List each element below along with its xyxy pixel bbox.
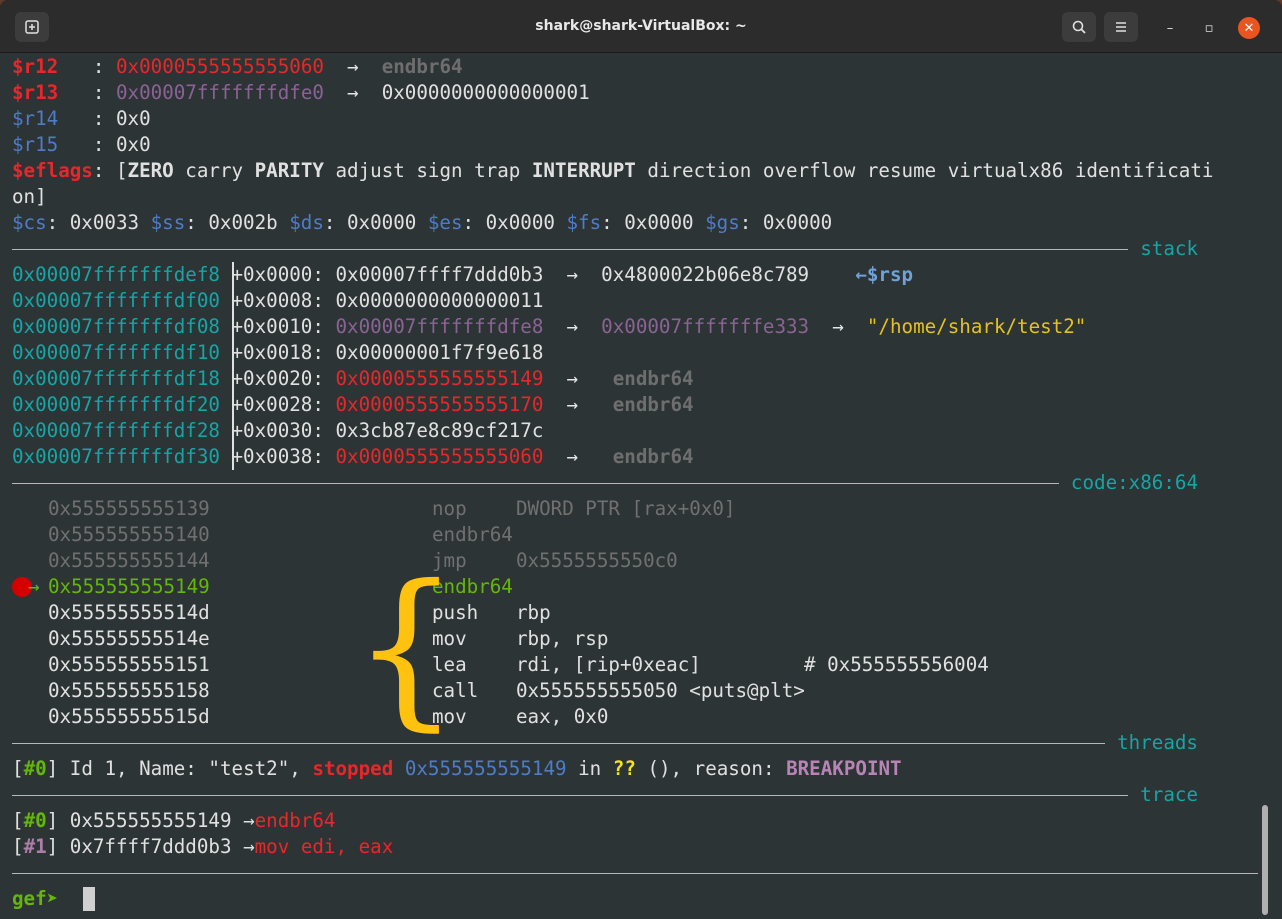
code-section-label: code:x86:64 — [1058, 470, 1210, 496]
search-button[interactable] — [1062, 12, 1096, 42]
close-icon: ✕ — [1243, 20, 1255, 36]
stack-row: 0x00007fffffffdf30 +0x0038: 0x0000555555… — [12, 445, 694, 468]
stack-section-label: stack — [1128, 236, 1210, 262]
maximize-icon: ▫ — [1204, 20, 1214, 36]
code-instruction: endbr64 — [432, 523, 513, 546]
minimize-button[interactable]: – — [1159, 17, 1181, 39]
code-instruction: nop DWORD PTR [rax+0x0] — [432, 497, 736, 520]
code-separator: code:x86:64 — [12, 470, 1258, 496]
code-instruction: lea rdi, [rip+0xeac] # 0x555555556004 — [432, 653, 989, 676]
annotation-brace: { — [352, 549, 461, 747]
title-bar[interactable]: shark@shark-VirtualBox: ~ – ▫ ✕ — [0, 0, 1282, 53]
search-icon — [1072, 20, 1086, 34]
minimize-icon: – — [1166, 20, 1174, 36]
code-instruction: jmp 0x5555555550c0 — [432, 549, 678, 572]
code-line: 0x55555555514d — [48, 601, 210, 624]
trace-row: [#0] 0x555555555149 →endbr64 — [12, 809, 336, 832]
code-line: 0x555555555140 — [48, 523, 210, 546]
prompt-chevron-icon: ➤ — [46, 887, 59, 910]
trace-end-separator — [12, 860, 1258, 886]
stack-row: 0x00007fffffffdf28 +0x0030: 0x3cb87e8c89… — [12, 419, 544, 442]
command-prompt[interactable]: gef➤ — [12, 886, 58, 912]
thread-row: [#0] Id 1, Name: "test2", stopped 0x5555… — [12, 757, 902, 780]
terminal-content[interactable]: $r12 : 0x0000555555555060 → endbr64 $r13… — [0, 53, 1282, 919]
stack-separator: stack — [12, 236, 1258, 262]
scrollbar-thumb[interactable] — [1262, 805, 1268, 915]
menu-button[interactable] — [1104, 12, 1138, 42]
eflags-row: $eflags: [ZERO carry PARITY adjust sign … — [12, 159, 1214, 182]
stack-row: 0x00007fffffffdef8 +0x0000: 0x00007ffff7… — [12, 263, 914, 286]
stack-row: 0x00007fffffffdf20 +0x0028: 0x0000555555… — [12, 393, 694, 416]
terminal-window: shark@shark-VirtualBox: ~ – ▫ ✕ $r12 : 0… — [0, 0, 1282, 919]
text-cursor — [83, 887, 95, 911]
register-row: $r13 : 0x00007fffffffdfe0 → 0x0000000000… — [12, 81, 590, 104]
register-row: $r14 : 0x0 — [12, 107, 151, 130]
stack-row: 0x00007fffffffdf00 +0x0008: 0x0000000000… — [12, 289, 544, 312]
code-instruction: call 0x555555555050 <puts@plt> — [432, 679, 805, 702]
stack-row: 0x00007fffffffdf08 +0x0010: 0x00007fffff… — [12, 315, 1087, 338]
code-line: 0x55555555515d — [48, 705, 210, 728]
threads-separator: threads — [12, 730, 1258, 756]
trace-row: [#1] 0x7ffff7ddd0b3 →mov edi, eax — [12, 835, 394, 858]
register-row: $r15 : 0x0 — [12, 133, 151, 156]
segment-row: $cs: 0x0033 $ss: 0x002b $ds: 0x0000 $es:… — [12, 211, 833, 234]
trace-section-label: trace — [1128, 782, 1210, 808]
stack-row: 0x00007fffffffdf10 +0x0018: 0x00000001f7… — [12, 341, 544, 364]
hamburger-menu-icon — [1116, 22, 1126, 32]
code-line: 0x555555555139 — [48, 497, 210, 520]
current-instruction-arrow: → — [28, 575, 40, 598]
code-line-current: 0x555555555149 — [48, 575, 210, 598]
trace-separator: trace — [12, 782, 1258, 808]
close-button[interactable]: ✕ — [1238, 17, 1260, 39]
stack-row: 0x00007fffffffdf18 +0x0020: 0x0000555555… — [12, 367, 694, 390]
maximize-button[interactable]: ▫ — [1198, 17, 1220, 39]
code-line: 0x555555555151 — [48, 653, 210, 676]
register-row: $r12 : 0x0000555555555060 → endbr64 — [12, 55, 463, 78]
code-line: 0x555555555158 — [48, 679, 210, 702]
eflags-row-wrap: on] — [12, 185, 47, 208]
prompt-label: gef — [12, 887, 47, 910]
threads-section-label: threads — [1105, 730, 1210, 756]
code-line: 0x555555555144 — [48, 549, 210, 572]
code-line: 0x55555555514e — [48, 627, 210, 650]
